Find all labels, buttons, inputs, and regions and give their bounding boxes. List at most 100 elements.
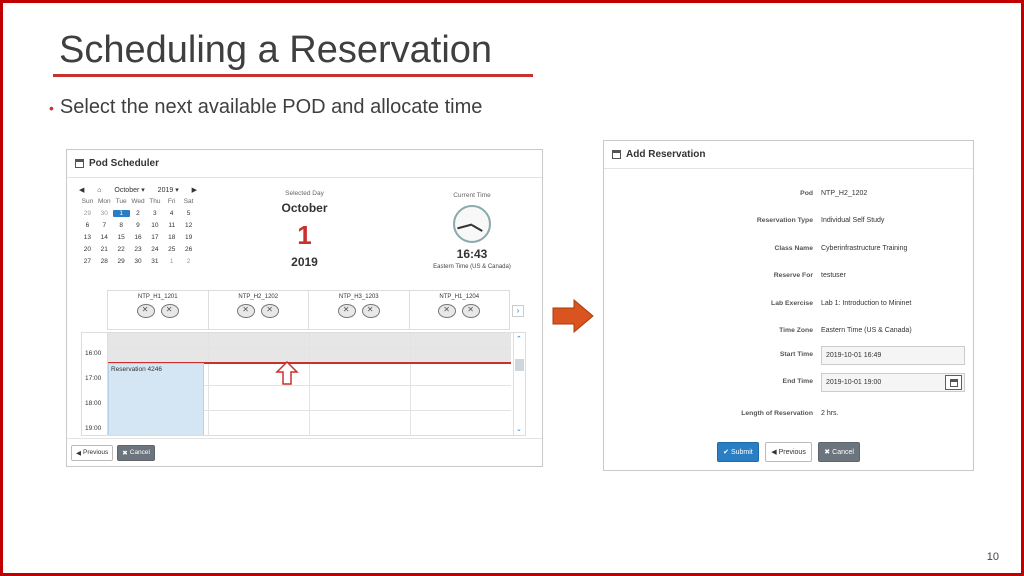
bullet-dot-icon: • — [49, 99, 54, 116]
previous-button[interactable]: ◀ Previous — [765, 442, 812, 462]
field-value: Lab 1: Introduction to Mininet — [821, 300, 912, 307]
previous-button[interactable]: ◀ Previous — [71, 444, 114, 461]
calendar-day[interactable]: 30 — [130, 258, 147, 265]
calendar-day[interactable]: 13 — [79, 234, 96, 241]
calendar-day[interactable]: 19 — [180, 234, 197, 241]
year-select[interactable]: 2019 ▾ — [158, 186, 179, 194]
calendar-day[interactable]: 20 — [79, 246, 96, 253]
weekday-label: Sun — [81, 198, 94, 205]
schedule-grid[interactable]: 16:00 17:00 18:00 19:00 Reservation 4246 — [81, 332, 526, 436]
calendar-grid: Sun Mon Tue Wed Thu Fri Sat 29 30 1 2 3 4 5 6 7 8 9 10 11 12… — [79, 198, 197, 265]
calendar-day[interactable]: 4 — [163, 210, 180, 217]
calendar-day[interactable]: 3 — [146, 210, 163, 217]
calendar-day[interactable]: 10 — [146, 222, 163, 229]
router-icon — [438, 304, 457, 318]
pod-column[interactable]: NTP_H2_1202 — [209, 291, 309, 329]
field-pod: Pod NTP_H2_1202 — [604, 185, 973, 205]
scroll-right-button[interactable]: › — [512, 305, 524, 317]
start-time-input[interactable]: 2019-10-01 16:49 — [821, 346, 965, 365]
cancel-button[interactable]: ✖ Cancel — [117, 444, 155, 461]
page-number: 10 — [986, 551, 999, 563]
scroll-down-icon[interactable]: ⌄ — [516, 425, 522, 433]
calendar-day[interactable]: 2 — [130, 210, 147, 217]
calendar-day[interactable]: 6 — [79, 222, 96, 229]
vertical-scrollbar[interactable]: ⌃ ⌄ — [513, 333, 525, 435]
pod-header-row: NTP_H1_1201 NTP_H2_1202 NTP_H3_1203 NTP_… — [107, 290, 510, 330]
right-arrow-icon — [552, 299, 594, 333]
cancel-label: Cancel — [832, 448, 854, 456]
calendar-day[interactable]: 1 — [163, 258, 180, 265]
pod-column[interactable]: NTP_H1_1204 — [410, 291, 510, 329]
calendar-day[interactable]: 30 — [96, 210, 113, 217]
calendar-day[interactable]: 21 — [96, 246, 113, 253]
time-label: 18:00 — [85, 400, 102, 407]
add-reservation-footer: ✔ Submit ◀ Previous ✖ Cancel — [604, 441, 973, 462]
reservation-block[interactable]: Reservation 4246 — [108, 363, 204, 435]
prev-month-icon[interactable]: ◀ — [79, 186, 84, 194]
pod-column[interactable]: NTP_H1_1201 — [108, 291, 209, 329]
check-icon: ✔ — [723, 449, 729, 456]
previous-label: Previous — [778, 448, 806, 456]
weekday-label: Fri — [167, 198, 176, 205]
calendar-day[interactable]: 15 — [113, 234, 130, 241]
field-value: testuser — [821, 272, 846, 279]
scrollbar-thumb[interactable] — [515, 359, 524, 371]
slide-title: Scheduling a Reservation — [59, 29, 493, 71]
calendar-day[interactable]: 2 — [180, 258, 197, 265]
field-label: Reserve For — [773, 272, 813, 279]
field-reserve-for: Reserve For testuser — [604, 267, 973, 287]
end-time-input[interactable]: 2019-10-01 19:00 — [821, 373, 965, 392]
calendar-day[interactable]: 12 — [180, 222, 197, 229]
calendar-day[interactable]: 8 — [113, 222, 130, 229]
calendar-picker-button[interactable] — [945, 375, 962, 390]
calendar-day[interactable]: 26 — [180, 246, 197, 253]
weekday-label: Thu — [149, 198, 161, 205]
calendar-day[interactable]: 24 — [146, 246, 163, 253]
calendar-day[interactable]: 14 — [96, 234, 113, 241]
month-select[interactable]: October ▾ — [114, 186, 144, 194]
current-time-value: 16:43 — [456, 247, 488, 261]
field-length: Length of Reservation 2 hrs. — [604, 405, 973, 425]
router-icon — [237, 304, 256, 318]
pod-column[interactable]: NTP_H3_1203 — [309, 291, 410, 329]
pod-scheduler-header: Pod Scheduler — [67, 150, 542, 178]
calendar-day[interactable]: 9 — [130, 222, 147, 229]
bullet-text: Select the next available POD and alloca… — [59, 96, 483, 118]
calendar-day[interactable]: 16 — [130, 234, 147, 241]
weekday-label: Tue — [115, 198, 127, 205]
calendar-day[interactable]: 27 — [79, 258, 96, 265]
router-icon — [136, 304, 155, 318]
grid-column-line — [309, 333, 310, 435]
calendar-day[interactable]: 23 — [130, 246, 147, 253]
submit-button[interactable]: ✔ Submit — [717, 442, 759, 462]
calendar-day[interactable]: 1 — [112, 210, 130, 217]
calendar-day[interactable]: 29 — [113, 258, 130, 265]
calendar-day[interactable]: 22 — [113, 246, 130, 253]
slide: Scheduling a Reservation • Select the ne… — [0, 0, 1024, 576]
field-label: Reservation Type — [756, 217, 813, 224]
field-label: Pod — [800, 190, 813, 197]
calendar-day[interactable]: 28 — [96, 258, 113, 265]
cancel-label: Cancel — [129, 449, 150, 456]
grid-column-line — [410, 333, 411, 435]
up-arrow-icon — [275, 360, 299, 385]
calendar-day[interactable]: 7 — [96, 222, 113, 229]
field-value: Eastern Time (US & Canada) — [821, 327, 912, 334]
calendar-day[interactable]: 5 — [180, 210, 197, 217]
calendar-day[interactable]: 31 — [146, 258, 163, 265]
bullet-point: • Select the next available POD and allo… — [49, 96, 482, 119]
calendar-day[interactable]: 17 — [146, 234, 163, 241]
previous-label: Previous — [83, 449, 109, 456]
calendar-day[interactable]: 11 — [163, 222, 180, 229]
clock-minute-hand — [457, 224, 473, 230]
next-month-icon[interactable]: ▶ — [192, 186, 197, 194]
time-label: 16:00 — [85, 350, 102, 357]
scroll-up-icon[interactable]: ⌃ — [516, 335, 522, 343]
home-icon[interactable]: ⌂ — [97, 187, 101, 194]
selected-day-month: October — [281, 201, 328, 215]
calendar-day[interactable]: 18 — [163, 234, 180, 241]
calendar-day[interactable]: 29 — [79, 210, 96, 217]
field-reservation-type: Reservation Type Individual Self Study — [604, 212, 973, 232]
calendar-day[interactable]: 25 — [163, 246, 180, 253]
cancel-button[interactable]: ✖ Cancel — [818, 442, 860, 462]
